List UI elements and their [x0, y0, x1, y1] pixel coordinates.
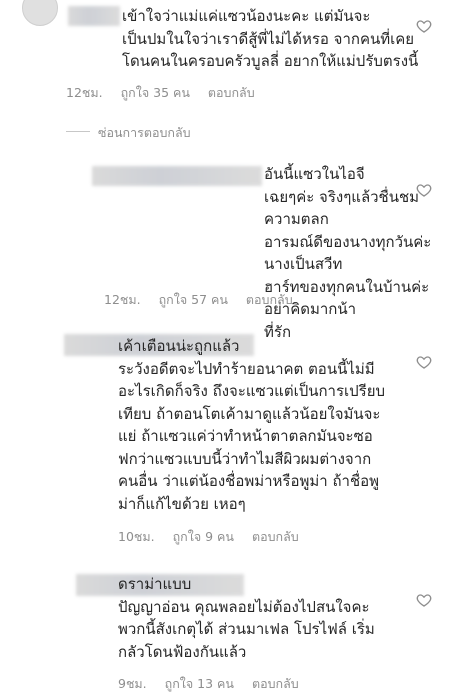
comment-meta: 9ชม. ถูกใจ 13 คน ตอบกลับ — [118, 674, 313, 694]
comment-meta: 12ชม. ถูกใจ 35 คน ตอบกลับ — [66, 83, 269, 103]
avatar[interactable] — [22, 0, 58, 26]
heart-outline-icon[interactable] — [416, 182, 432, 198]
comment-text: ดราม่าแบบ ปัญญาอ่อน คุณพลอยไม่ต้องไปสนใจ… — [118, 575, 375, 661]
comment-4: ดราม่าแบบ ปัญญาอ่อน คุณพลอยไม่ต้องไปสนใจ… — [0, 570, 454, 696]
heart-outline-icon[interactable] — [416, 18, 432, 34]
comment-text: เค้าเตือนน่ะถูกแล้ว ระวังอดีตจะไปทำร้ายอ… — [118, 337, 386, 513]
comment-likes[interactable]: ถูกใจ 9 คน — [173, 529, 234, 544]
comment-time: 12ชม. — [104, 292, 141, 307]
reply-button[interactable]: ตอบกลับ — [246, 292, 293, 307]
reply-button[interactable]: ตอบกลับ — [252, 529, 299, 544]
comment-time: 12ชม. — [66, 85, 103, 100]
comment-2: อันนี้แซวในไอจี เฉยๆค่ะ จริงๆแล้วชื่นชมค… — [0, 160, 454, 341]
comment-likes[interactable]: ถูกใจ 35 คน — [121, 85, 190, 100]
comment-meta: 10ชม. ถูกใจ 9 คน ตอบกลับ — [118, 527, 313, 547]
comment-meta: 12ชม. ถูกใจ 57 คน ตอบกลับ — [104, 290, 307, 310]
comment-likes[interactable]: ถูกใจ 13 คน — [165, 676, 234, 691]
username[interactable] — [68, 6, 120, 26]
username[interactable] — [92, 166, 262, 186]
reply-button[interactable]: ตอบกลับ — [208, 85, 255, 100]
comment-1: เข้าใจว่าแม่แค่แซวน้องนะคะ แต่มันจะ เป็น… — [0, 0, 454, 118]
heart-outline-icon[interactable] — [416, 354, 432, 370]
comment-time: 9ชม. — [118, 676, 147, 691]
comment-likes[interactable]: ถูกใจ 57 คน — [159, 292, 228, 307]
comment-3: เค้าเตือนน่ะถูกแล้ว ระวังอดีตจะไปทำร้ายอ… — [0, 332, 454, 544]
heart-outline-icon[interactable] — [416, 592, 432, 608]
divider-line — [66, 131, 90, 132]
hide-replies-button[interactable]: ซ่อนการตอบกลับ — [98, 123, 191, 143]
comment-text: อันนี้แซวในไอจี เฉยๆค่ะ จริงๆแล้วชื่นชมค… — [264, 165, 432, 341]
comment-text: เข้าใจว่าแม่แค่แซวน้องนะคะ แต่มันจะ เป็น… — [122, 7, 419, 70]
reply-button[interactable]: ตอบกลับ — [252, 676, 299, 691]
comment-time: 10ชม. — [118, 529, 155, 544]
